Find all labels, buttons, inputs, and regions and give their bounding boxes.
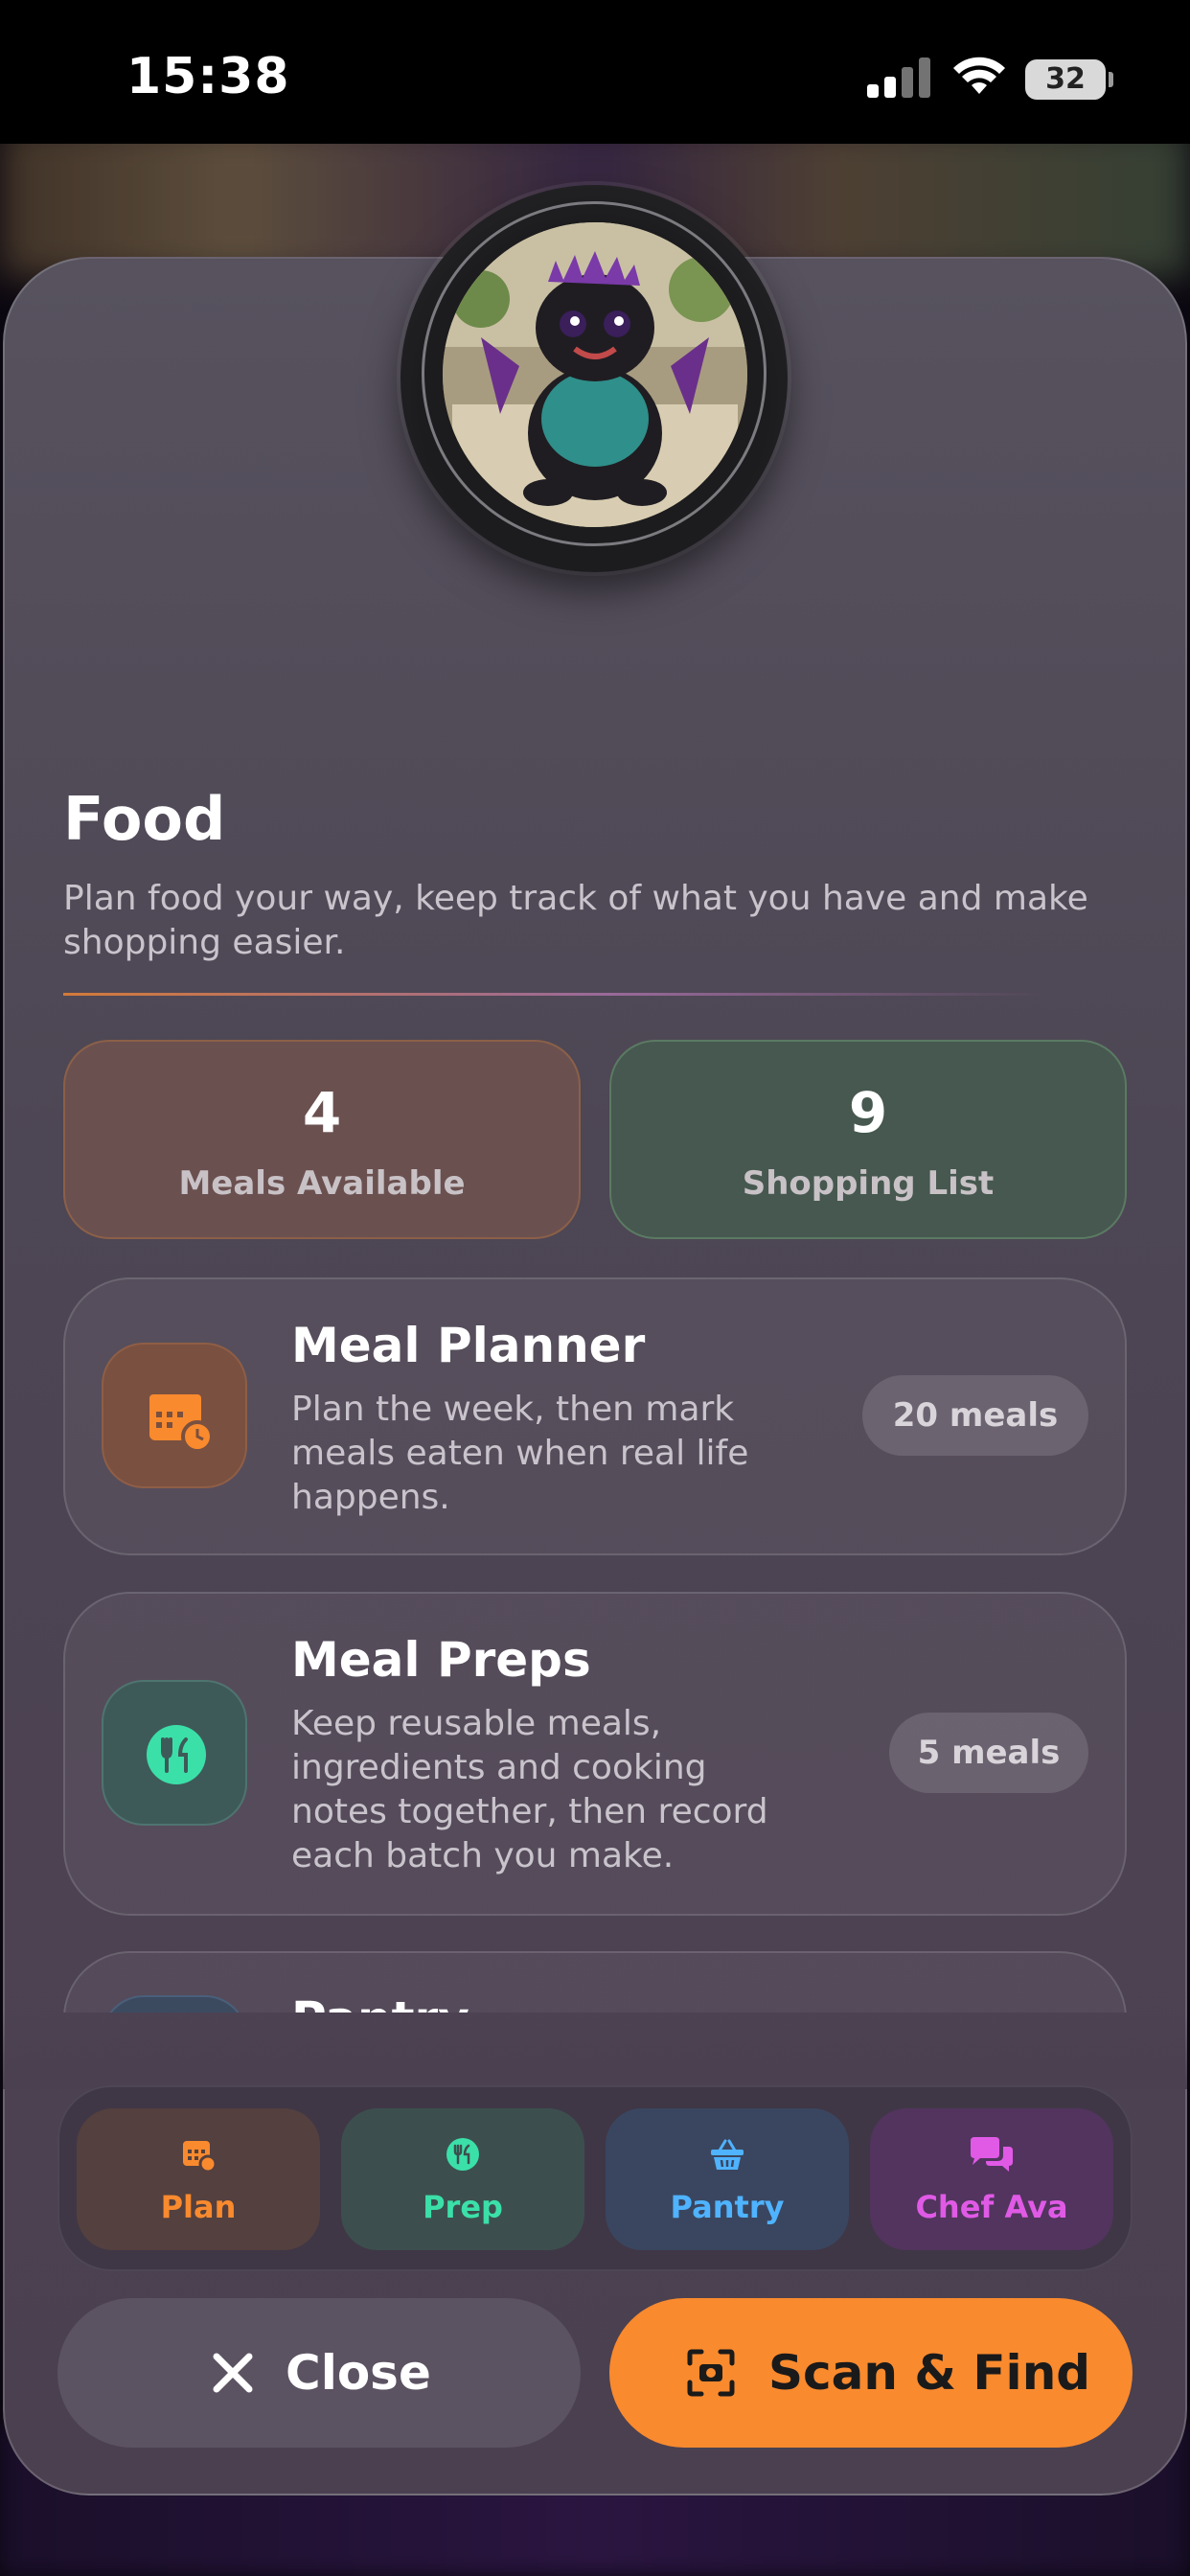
header-divider <box>63 993 1050 996</box>
wifi-icon <box>953 57 1005 94</box>
scan-camera-icon <box>687 2349 735 2397</box>
feature-card-meal-planner[interactable]: Meal Planner Plan the week, then mark me… <box>63 1277 1127 1555</box>
quick-tabs: Plan Prep Pantry Chef Ava <box>57 2085 1133 2271</box>
scroll-fade <box>3 2012 1187 2089</box>
page-title: Food <box>63 784 226 854</box>
battery-icon: 32 <box>1025 59 1113 100</box>
page-subtitle: Plan food your way, keep track of what y… <box>63 879 1088 962</box>
stat-meals-available[interactable]: 4 Meals Available <box>63 1040 581 1239</box>
tab-label: Chef Ava <box>915 2189 1068 2225</box>
stat-shopping-list[interactable]: 9 Shopping List <box>609 1040 1127 1239</box>
chat-bubbles-icon <box>971 2137 1013 2172</box>
close-label: Close <box>286 2345 431 2401</box>
stat-value: 9 <box>848 1080 888 1145</box>
status-bar: 15:38 32 <box>0 0 1190 144</box>
tab-label: Plan <box>160 2189 237 2225</box>
meals-count-badge: 5 meals <box>889 1713 1088 1793</box>
fork-knife-icon <box>446 2138 479 2171</box>
feature-title: Meal Planner <box>291 1318 646 1373</box>
tab-pantry[interactable]: Pantry <box>606 2108 849 2250</box>
close-icon <box>213 2353 253 2393</box>
calendar-clock-icon <box>102 1343 247 1488</box>
feature-card-pantry-clip: Pantry <box>63 1951 1127 2012</box>
stat-label: Meals Available <box>178 1164 466 1203</box>
scan-label: Scan & Find <box>768 2345 1091 2401</box>
calendar-clock-icon <box>183 2141 217 2174</box>
fork-knife-icon <box>102 1680 247 1826</box>
feature-card-pantry[interactable]: Pantry <box>63 1951 1127 2012</box>
feature-title: Meal Preps <box>291 1632 591 1688</box>
tab-label: Pantry <box>670 2189 785 2225</box>
scan-and-find-button[interactable]: Scan & Find <box>609 2298 1133 2448</box>
close-button[interactable]: Close <box>57 2298 581 2448</box>
tab-chef-ava[interactable]: Chef Ava <box>870 2108 1113 2250</box>
status-time: 15:38 <box>126 48 290 105</box>
tab-plan[interactable]: Plan <box>77 2108 320 2250</box>
tab-label: Prep <box>423 2189 503 2225</box>
battery-level: 32 <box>1045 62 1086 96</box>
basket-icon <box>102 1995 247 2012</box>
stat-value: 4 <box>302 1080 342 1145</box>
feature-description: Plan the week, then mark meals eaten whe… <box>291 1390 749 1517</box>
feature-description: Keep reusable meals, ingredients and coo… <box>291 1704 768 1875</box>
meals-count-badge: 20 meals <box>862 1375 1088 1456</box>
basket-icon <box>711 2139 744 2170</box>
stat-label: Shopping List <box>742 1164 995 1203</box>
dragon-mascot-avatar <box>443 222 747 527</box>
feature-card-meal-preps[interactable]: Meal Preps Keep reusable meals, ingredie… <box>63 1592 1127 1916</box>
signal-icon <box>867 58 930 98</box>
tab-prep[interactable]: Prep <box>341 2108 584 2250</box>
feature-title: Pantry <box>291 1991 469 2012</box>
